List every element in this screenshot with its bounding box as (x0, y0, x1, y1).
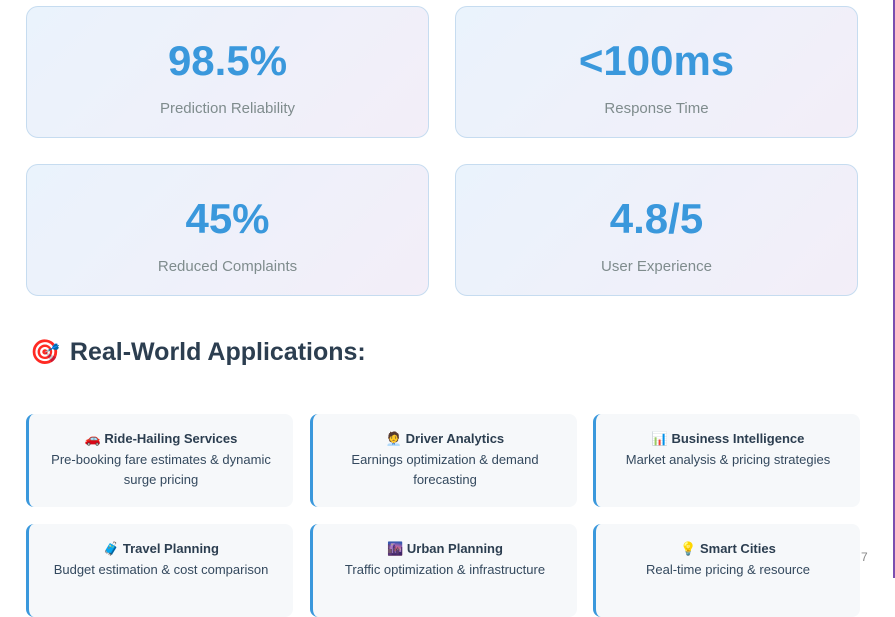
target-icon: 🎯 (30, 339, 60, 366)
luggage-icon: 🧳 (103, 541, 120, 556)
application-card: 🧳 Travel Planning Budget estimation & co… (26, 524, 293, 617)
stat-card: 45% Reduced Complaints (26, 164, 429, 296)
application-title: Travel Planning (122, 541, 219, 556)
application-card: 🧑‍💼 Driver Analytics Earnings optimizati… (310, 414, 577, 507)
application-title: Driver Analytics (405, 431, 505, 446)
stat-value: 45% (185, 195, 270, 242)
car-icon: 🚗 (84, 431, 101, 446)
page-number: 7 (861, 550, 868, 564)
application-desc: Pre-booking fare estimates & dynamic sur… (51, 452, 271, 487)
application-title: Smart Cities (699, 541, 776, 556)
section-title: Real-World Applications: (69, 338, 366, 366)
application-desc: Real-time pricing & resource (645, 562, 810, 577)
stat-card: 98.5% Prediction Reliability (26, 6, 429, 138)
application-desc: Traffic optimization & infrastructure (344, 562, 546, 577)
application-card: 📊 Business Intelligence Market analysis … (593, 414, 860, 507)
stat-label: Response Time (604, 100, 709, 117)
stat-label: Prediction Reliability (159, 100, 296, 117)
stat-label: Reduced Complaints (157, 258, 298, 275)
application-title: Ride-Hailing Services (104, 431, 238, 446)
cityscape-icon: 🌆 (387, 541, 404, 556)
section-heading: 🎯 Real-World Applications: (30, 338, 366, 367)
stat-value: 98.5% (167, 37, 288, 84)
stat-value: 4.8/5 (609, 195, 704, 242)
application-title: Urban Planning (406, 541, 503, 556)
application-card: 🌆 Urban Planning Traffic optimization & … (310, 524, 577, 617)
application-title: Business Intelligence (671, 431, 805, 446)
application-desc: Earnings optimization & demand forecasti… (351, 452, 539, 487)
lightbulb-icon: 💡 (680, 541, 697, 556)
stat-card: <100ms Response Time (455, 6, 858, 138)
application-card: 💡 Smart Cities Real-time pricing & resou… (593, 524, 860, 617)
stat-label: User Experience (601, 258, 712, 275)
stat-card: 4.8/5 User Experience (455, 164, 858, 296)
application-card: 🚗 Ride-Hailing Services Pre-booking fare… (26, 414, 293, 507)
application-desc: Market analysis & pricing strategies (625, 452, 831, 467)
stat-value: <100ms (578, 37, 735, 84)
person-icon: 🧑‍💼 (385, 431, 403, 446)
application-desc: Budget estimation & cost comparison (53, 562, 269, 577)
bar-chart-icon: 📊 (651, 431, 668, 446)
